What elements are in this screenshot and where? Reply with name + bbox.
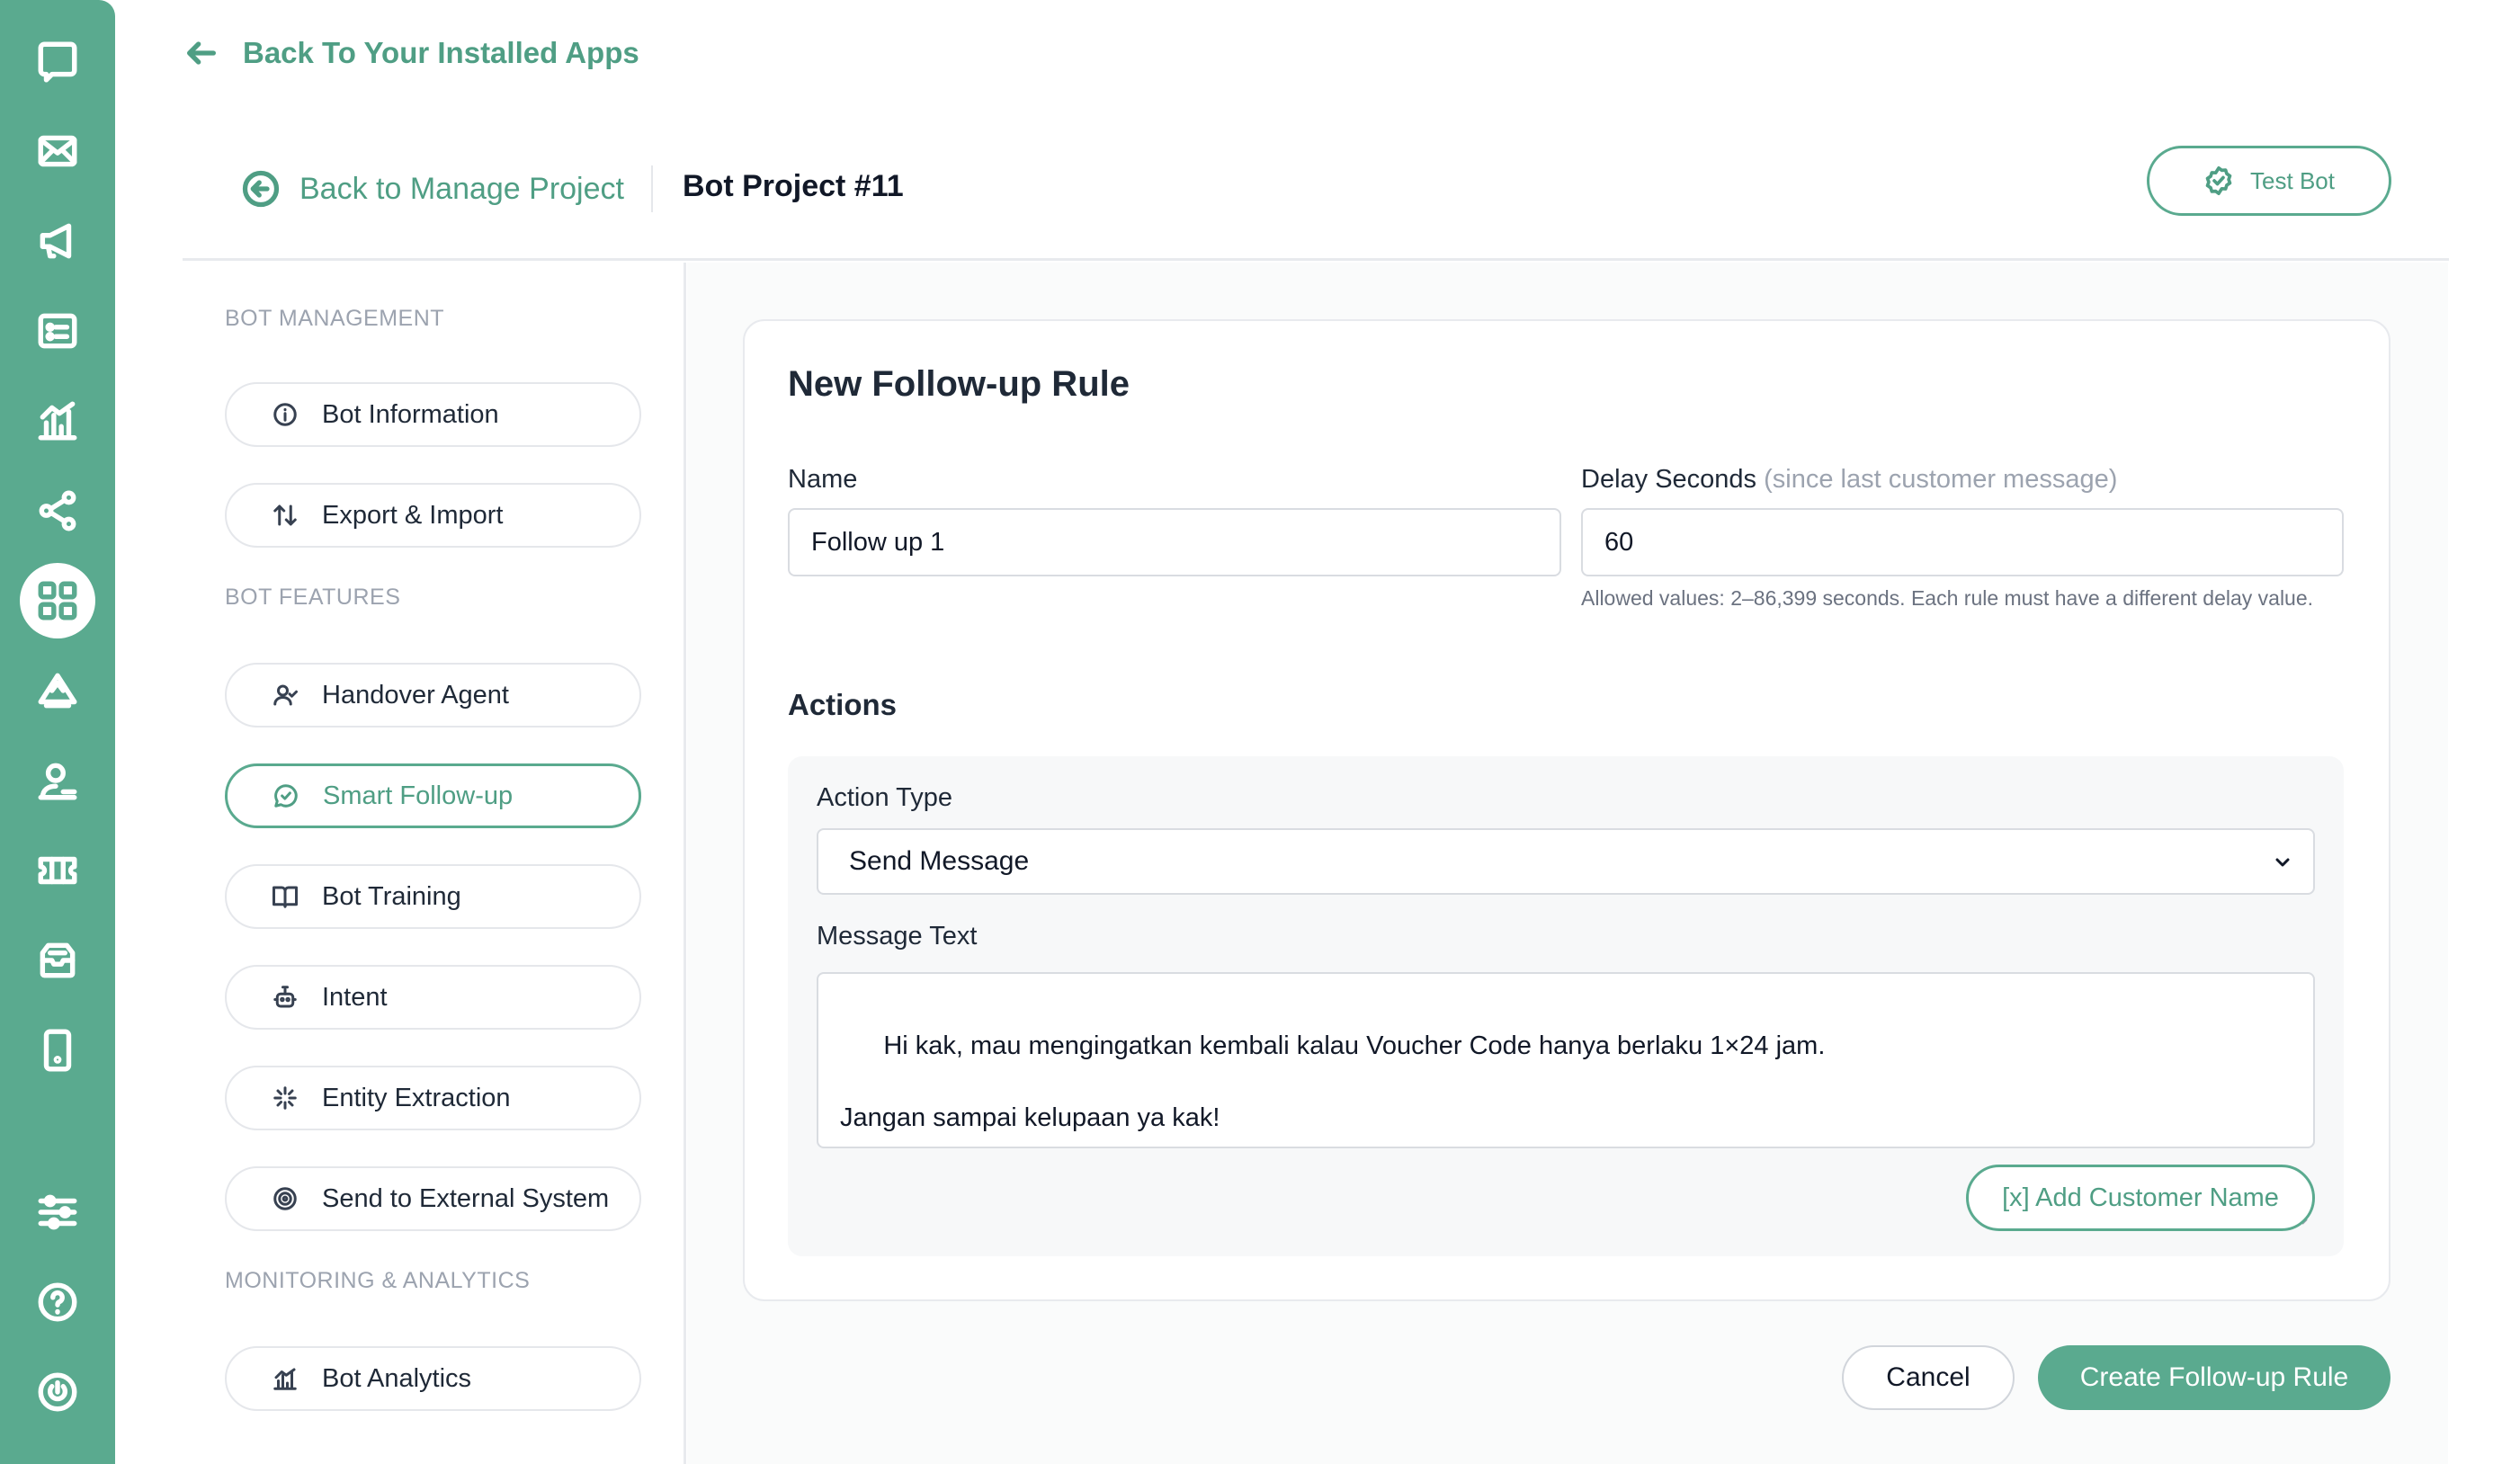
sidenav-item-label: Export & Import bbox=[322, 500, 504, 530]
back-to-manage-project-label: Back to Manage Project bbox=[299, 171, 624, 206]
delay-hint: Allowed values: 2–86,399 seconds. Each r… bbox=[1581, 586, 2314, 610]
actions-section-title: Actions bbox=[788, 688, 898, 721]
header-divider bbox=[651, 165, 653, 212]
sidenav-item-bot-training[interactable]: Bot Training bbox=[225, 864, 641, 929]
mail-icon[interactable] bbox=[29, 122, 86, 180]
megaphone-icon[interactable] bbox=[29, 212, 86, 270]
section-label-bot-management: BOT MANAGEMENT bbox=[225, 306, 445, 331]
book-open-icon bbox=[273, 886, 298, 908]
apps-grid-icon[interactable] bbox=[20, 563, 95, 638]
sidenav-item-label: Send to External System bbox=[322, 1183, 610, 1213]
test-bot-button[interactable]: Test Bot bbox=[2147, 146, 2391, 216]
back-to-installed-apps-link[interactable]: Back To Your Installed Apps bbox=[183, 32, 639, 74]
create-follow-up-rule-label: Create Follow-up Rule bbox=[2079, 1362, 2349, 1392]
bot-sidenav: BOT MANAGEMENT Bot Information Export & … bbox=[183, 263, 686, 1464]
sidenav-item-label: Bot Training bbox=[322, 881, 461, 911]
swap-vertical-icon bbox=[273, 504, 297, 526]
form-title: New Follow-up Rule bbox=[788, 364, 1130, 404]
back-to-manage-project-link[interactable]: Back to Manage Project bbox=[242, 162, 624, 216]
name-input[interactable] bbox=[788, 508, 1561, 576]
sidenav-item-export-import[interactable]: Export & Import bbox=[225, 483, 641, 548]
agent-icon[interactable] bbox=[29, 752, 86, 809]
delay-seconds-input[interactable] bbox=[1581, 508, 2344, 576]
sidenav-item-label: Bot Analytics bbox=[322, 1363, 472, 1393]
sidenav-item-intent[interactable]: Intent bbox=[225, 965, 641, 1030]
back-to-installed-apps-label: Back To Your Installed Apps bbox=[243, 36, 639, 69]
project-header: Back to Manage Project Bot Project #11 T… bbox=[183, 144, 2449, 261]
delay-label-text: Delay Seconds bbox=[1581, 465, 1757, 494]
sidenav-item-label: Intent bbox=[322, 982, 388, 1012]
cancel-button[interactable]: Cancel bbox=[1842, 1345, 2015, 1410]
name-label-text: Name bbox=[788, 465, 858, 494]
name-field-label: Name bbox=[788, 465, 857, 495]
sidenav-item-label: Bot Information bbox=[322, 399, 499, 429]
action-panel: Action Type Send Message Message Text Hi… bbox=[788, 756, 2344, 1256]
delay-sublabel: (since last customer message) bbox=[1764, 465, 2118, 494]
message-text-value: Hi kak, mau mengingatkan kembali kalau V… bbox=[840, 1031, 1826, 1132]
robot-icon bbox=[273, 986, 297, 1008]
chat-icon[interactable] bbox=[29, 32, 86, 90]
action-type-value: Send Message bbox=[849, 846, 1030, 876]
section-label-monitoring-analytics: MONITORING & ANALYTICS bbox=[225, 1268, 531, 1293]
create-follow-up-rule-button[interactable]: Create Follow-up Rule bbox=[2038, 1345, 2390, 1410]
user-check-icon bbox=[273, 684, 298, 706]
chevron-down-icon bbox=[2275, 858, 2290, 867]
cancel-label: Cancel bbox=[1886, 1362, 1970, 1392]
sidenav-item-send-to-external-system[interactable]: Send to External System bbox=[225, 1166, 641, 1231]
add-customer-name-label: [x] Add Customer Name bbox=[2002, 1183, 2279, 1212]
sidenav-item-label: Entity Extraction bbox=[322, 1083, 511, 1112]
arrow-left-icon bbox=[187, 41, 216, 65]
app-rail bbox=[0, 0, 115, 1464]
action-type-label: Action Type bbox=[817, 783, 953, 812]
action-type-select[interactable]: Send Message bbox=[817, 828, 2315, 895]
sidenav-item-smart-follow-up[interactable]: Smart Follow-up bbox=[225, 763, 641, 828]
sidenav-item-label: Handover Agent bbox=[322, 680, 509, 710]
share-nodes-icon[interactable] bbox=[29, 482, 86, 540]
power-icon[interactable] bbox=[29, 1363, 86, 1421]
resize-grip-icon[interactable] bbox=[2293, 1127, 2308, 1225]
sidenav-item-handover-agent[interactable]: Handover Agent bbox=[225, 663, 641, 728]
badge-check-icon bbox=[2205, 165, 2232, 196]
project-title: Bot Project #11 bbox=[683, 169, 904, 203]
delay-field-label: Delay Seconds (since last customer messa… bbox=[1581, 465, 2117, 495]
test-bot-label: Test Bot bbox=[2250, 166, 2335, 194]
contact-card-icon[interactable] bbox=[29, 302, 86, 360]
help-icon[interactable] bbox=[29, 1273, 86, 1331]
add-customer-name-button[interactable]: [x] Add Customer Name bbox=[1966, 1165, 2315, 1231]
bar-chart-icon bbox=[273, 1368, 297, 1390]
circle-arrow-left-icon bbox=[242, 170, 280, 208]
section-label-bot-features: BOT FEATURES bbox=[225, 585, 401, 610]
info-icon bbox=[273, 403, 297, 426]
sidenav-item-bot-information[interactable]: Bot Information bbox=[225, 382, 641, 447]
sidenav-item-bot-analytics[interactable]: Bot Analytics bbox=[225, 1346, 641, 1411]
sidenav-item-entity-extraction[interactable]: Entity Extraction bbox=[225, 1066, 641, 1130]
mobile-icon[interactable] bbox=[29, 1022, 86, 1079]
target-icon bbox=[273, 1187, 297, 1210]
inbox-stack-icon[interactable] bbox=[29, 932, 86, 989]
broadcast-icon[interactable] bbox=[29, 662, 86, 719]
sliders-icon[interactable] bbox=[29, 1183, 86, 1241]
chat-check-icon bbox=[274, 784, 298, 808]
sidenav-item-label: Smart Follow-up bbox=[323, 781, 514, 810]
analytics-icon[interactable] bbox=[29, 392, 86, 450]
message-text-area[interactable]: Hi kak, mau mengingatkan kembali kalau V… bbox=[817, 972, 2315, 1225]
message-text-label: Message Text bbox=[817, 922, 978, 951]
sparkle-icon bbox=[273, 1086, 297, 1110]
ticket-icon[interactable] bbox=[29, 842, 86, 899]
follow-up-rule-form-card: New Follow-up Rule Name Delay Seconds (s… bbox=[743, 319, 2390, 1301]
